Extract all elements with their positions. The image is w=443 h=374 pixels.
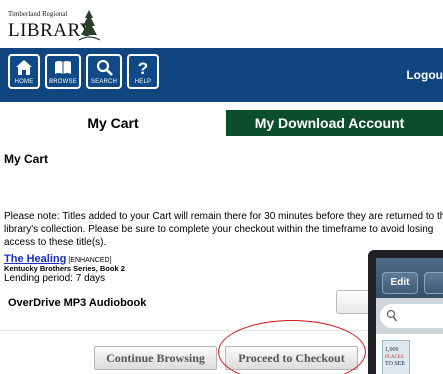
book-cover-line-2: PLACES — [385, 355, 404, 360]
book-cover-line-3: TO SEE — [385, 361, 406, 367]
help-label: HELP — [134, 79, 152, 85]
book-cover-line-1: 1,000 — [385, 347, 399, 353]
item-format: OverDrive MP3 Audiobook — [8, 297, 147, 309]
home-label: HOME — [14, 79, 34, 85]
continue-browsing-button[interactable]: Continue Browsing — [94, 346, 217, 370]
logout-link[interactable]: Logou — [406, 68, 443, 82]
search-button[interactable]: SEARCH — [86, 54, 122, 89]
device-edit-button[interactable]: Edit — [382, 272, 418, 294]
browse-button[interactable]: BROWSE — [45, 54, 81, 89]
search-icon — [96, 59, 113, 76]
question-icon: ? — [138, 59, 148, 76]
home-button[interactable]: HOME — [8, 54, 40, 89]
tree-logo-icon — [78, 10, 101, 41]
highlight-circle — [218, 320, 366, 374]
device-toolbar-button[interactable] — [424, 272, 443, 294]
svg-text:?: ? — [138, 59, 148, 76]
navigation-bar: HOME BROWSE SEARCH ? HELP Logou — [0, 48, 443, 102]
help-button[interactable]: ? HELP — [127, 54, 159, 89]
tab-my-cart[interactable]: My Cart — [0, 110, 226, 136]
logo-small-text: Timberland Regional — [8, 10, 68, 18]
device-screenshot: Edit 1,000 PLACES TO SEE — [368, 250, 443, 374]
home-icon — [16, 60, 32, 75]
search-icon — [386, 309, 398, 322]
book-cover-image[interactable]: 1,000 PLACES TO SEE — [382, 340, 410, 374]
tab-my-download-account[interactable]: My Download Account — [226, 110, 443, 136]
cart-note: Please note: Titles added to your Cart w… — [4, 211, 443, 248]
item-lending-period: Lending period: 7 days — [4, 273, 106, 284]
device-search-input[interactable] — [380, 304, 443, 328]
browse-label: BROWSE — [49, 79, 77, 85]
item-edition: [ENHANCED] — [68, 257, 112, 264]
item-series: Kentucky Brothers Series, Book 2 — [4, 264, 125, 273]
library-logo[interactable]: Timberland Regional LIBRARY — [8, 8, 138, 44]
header-logo-strip: Timberland Regional LIBRARY — [0, 0, 443, 48]
book-icon — [55, 61, 71, 74]
search-label: SEARCH — [90, 79, 118, 85]
page-title: My Cart — [4, 152, 49, 166]
